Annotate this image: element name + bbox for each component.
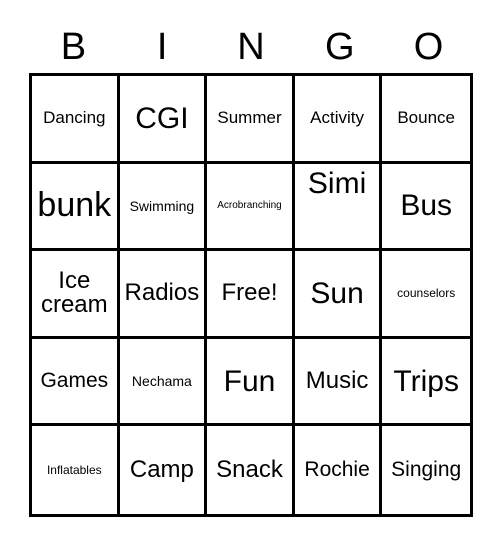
bingo-cell-label: Singing	[391, 458, 462, 482]
bingo-header-letter-i: I	[156, 26, 168, 68]
bingo-cell[interactable]: Nechama	[119, 338, 208, 427]
bingo-cell[interactable]: Games	[32, 338, 120, 427]
bingo-cell-label: Trips	[393, 364, 459, 398]
bingo-cell[interactable]: Summer	[207, 76, 295, 164]
bingo-cell-label: Summer	[217, 108, 282, 128]
bingo-cell-label: Free!	[221, 279, 278, 307]
bingo-cell-label: Music	[305, 366, 369, 394]
bingo-cell-label: bunk	[37, 186, 112, 225]
bingo-cell[interactable]: counselors	[382, 251, 470, 339]
bingo-cell[interactable]: CGI	[119, 76, 208, 164]
bingo-cell-label: Bus	[400, 189, 453, 223]
bingo-cell-label: Radios	[124, 279, 200, 307]
bingo-cell[interactable]: Swimming	[119, 163, 208, 252]
bingo-header-letter-o: O	[413, 26, 444, 68]
bingo-free-cell[interactable]: Free!	[207, 251, 295, 339]
bingo-header: BINGO	[29, 22, 473, 72]
bingo-cell-label: Dancing	[43, 108, 106, 128]
bingo-cell[interactable]: Simi	[294, 163, 383, 252]
bingo-cell[interactable]: Rochie	[294, 426, 383, 514]
bingo-cell[interactable]: Inflatables	[32, 426, 120, 514]
bingo-card: B I N G O Dancing CGI Summer Activity Bounce bunk…	[0, 0, 501, 544]
bingo-cell[interactable]: bunk	[32, 163, 120, 252]
bingo-cell-label: CGI	[135, 101, 189, 135]
bingo-cell[interactable]: Trips	[382, 338, 470, 427]
bingo-header-letter-n: N	[237, 26, 265, 68]
bingo-cell[interactable]: Ice cream	[32, 251, 120, 339]
bingo-cell-label: Camp	[129, 455, 194, 483]
bingo-grid: Dancing CGI Summer Activity Bounce bunk Swimmi…	[29, 73, 473, 517]
bingo-cell[interactable]: Activity	[294, 76, 383, 164]
bingo-cell-label: Rochie	[304, 458, 370, 482]
bingo-cell-label: Snack	[216, 455, 283, 483]
bingo-cell-label: Nechama	[131, 372, 192, 389]
bingo-cell-label: Simi	[307, 166, 367, 200]
bingo-cell[interactable]: Dancing	[32, 76, 120, 164]
bingo-cell[interactable]: Bus	[382, 163, 470, 252]
bingo-cell[interactable]: Camp	[119, 426, 208, 514]
bingo-cell-label: Sun	[310, 276, 364, 310]
bingo-cell[interactable]: Snack	[207, 426, 295, 514]
bingo-cell-label: Inflatables	[46, 462, 102, 477]
bingo-cell-label: Acrobranching	[217, 199, 282, 211]
bingo-cell[interactable]: Fun	[207, 338, 295, 427]
bingo-cell-label: Games	[40, 369, 109, 393]
bingo-cell[interactable]: Acrobranching	[207, 163, 295, 252]
bingo-cell-label: Swimming	[129, 197, 195, 214]
bingo-cell[interactable]: Music	[294, 338, 383, 427]
bingo-cell-label: Fun	[223, 364, 276, 398]
bingo-cell[interactable]: Radios	[119, 251, 208, 339]
bingo-cell[interactable]: Sun	[294, 251, 383, 339]
bingo-cell-label: Activity	[310, 108, 365, 128]
bingo-cell[interactable]: Bounce	[382, 76, 470, 164]
bingo-cell-label: Ice cream	[40, 266, 108, 319]
bingo-header-letter-g: G	[325, 26, 355, 68]
bingo-cell[interactable]: Singing	[382, 426, 470, 514]
bingo-header-letter-b: B	[60, 26, 87, 68]
bingo-cell-label: Bounce	[397, 108, 456, 128]
bingo-cell-label: counselors	[397, 286, 456, 301]
